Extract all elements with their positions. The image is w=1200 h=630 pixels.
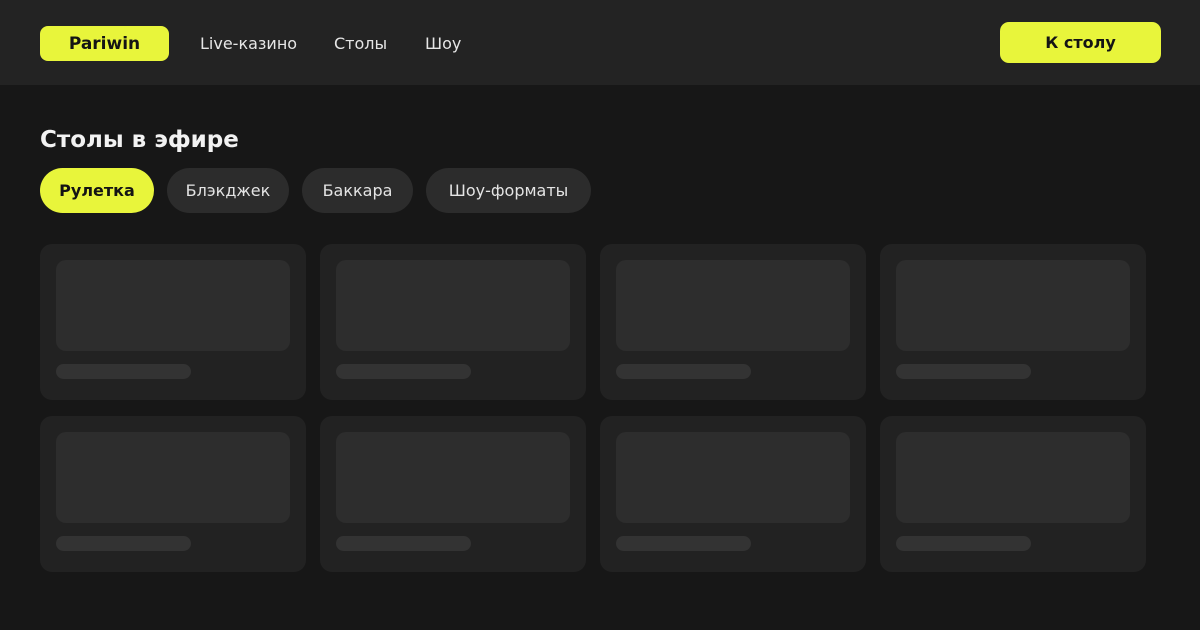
card-thumbnail-placeholder (336, 260, 570, 351)
table-card-skeleton[interactable] (880, 244, 1146, 400)
card-title-placeholder (896, 364, 1031, 379)
table-card-skeleton[interactable] (600, 244, 866, 400)
nav-shows[interactable]: Шоу (425, 33, 461, 55)
table-card-skeleton[interactable] (320, 416, 586, 572)
card-thumbnail-placeholder (896, 260, 1130, 351)
top-bar: Pariwin Live-казино Столы Шоу К столу (0, 0, 1200, 85)
card-thumbnail-placeholder (336, 432, 570, 523)
filter-show-formats[interactable]: Шоу-форматы (426, 168, 591, 213)
logo[interactable]: Pariwin (40, 26, 169, 61)
card-title-placeholder (336, 536, 471, 551)
nav-tables[interactable]: Столы (334, 33, 387, 55)
table-card-skeleton[interactable] (40, 416, 306, 572)
card-title-placeholder (616, 536, 751, 551)
card-thumbnail-placeholder (56, 260, 290, 351)
card-title-placeholder (616, 364, 751, 379)
filter-blackjack[interactable]: Блэкджек (167, 168, 289, 213)
card-title-placeholder (56, 536, 191, 551)
section-title: Столы в эфире (40, 127, 239, 153)
filter-roulette[interactable]: Рулетка (40, 168, 154, 213)
card-thumbnail-placeholder (896, 432, 1130, 523)
table-card-skeleton[interactable] (880, 416, 1146, 572)
card-title-placeholder (896, 536, 1031, 551)
filter-baccarat[interactable]: Баккара (302, 168, 413, 213)
table-card-skeleton[interactable] (600, 416, 866, 572)
card-thumbnail-placeholder (616, 432, 850, 523)
card-title-placeholder (336, 364, 471, 379)
to-table-button[interactable]: К столу (1000, 22, 1161, 63)
card-title-placeholder (56, 364, 191, 379)
nav-live-casino[interactable]: Live-казино (200, 33, 297, 55)
card-thumbnail-placeholder (616, 260, 850, 351)
table-card-skeleton[interactable] (320, 244, 586, 400)
table-card-skeleton[interactable] (40, 244, 306, 400)
card-thumbnail-placeholder (56, 432, 290, 523)
